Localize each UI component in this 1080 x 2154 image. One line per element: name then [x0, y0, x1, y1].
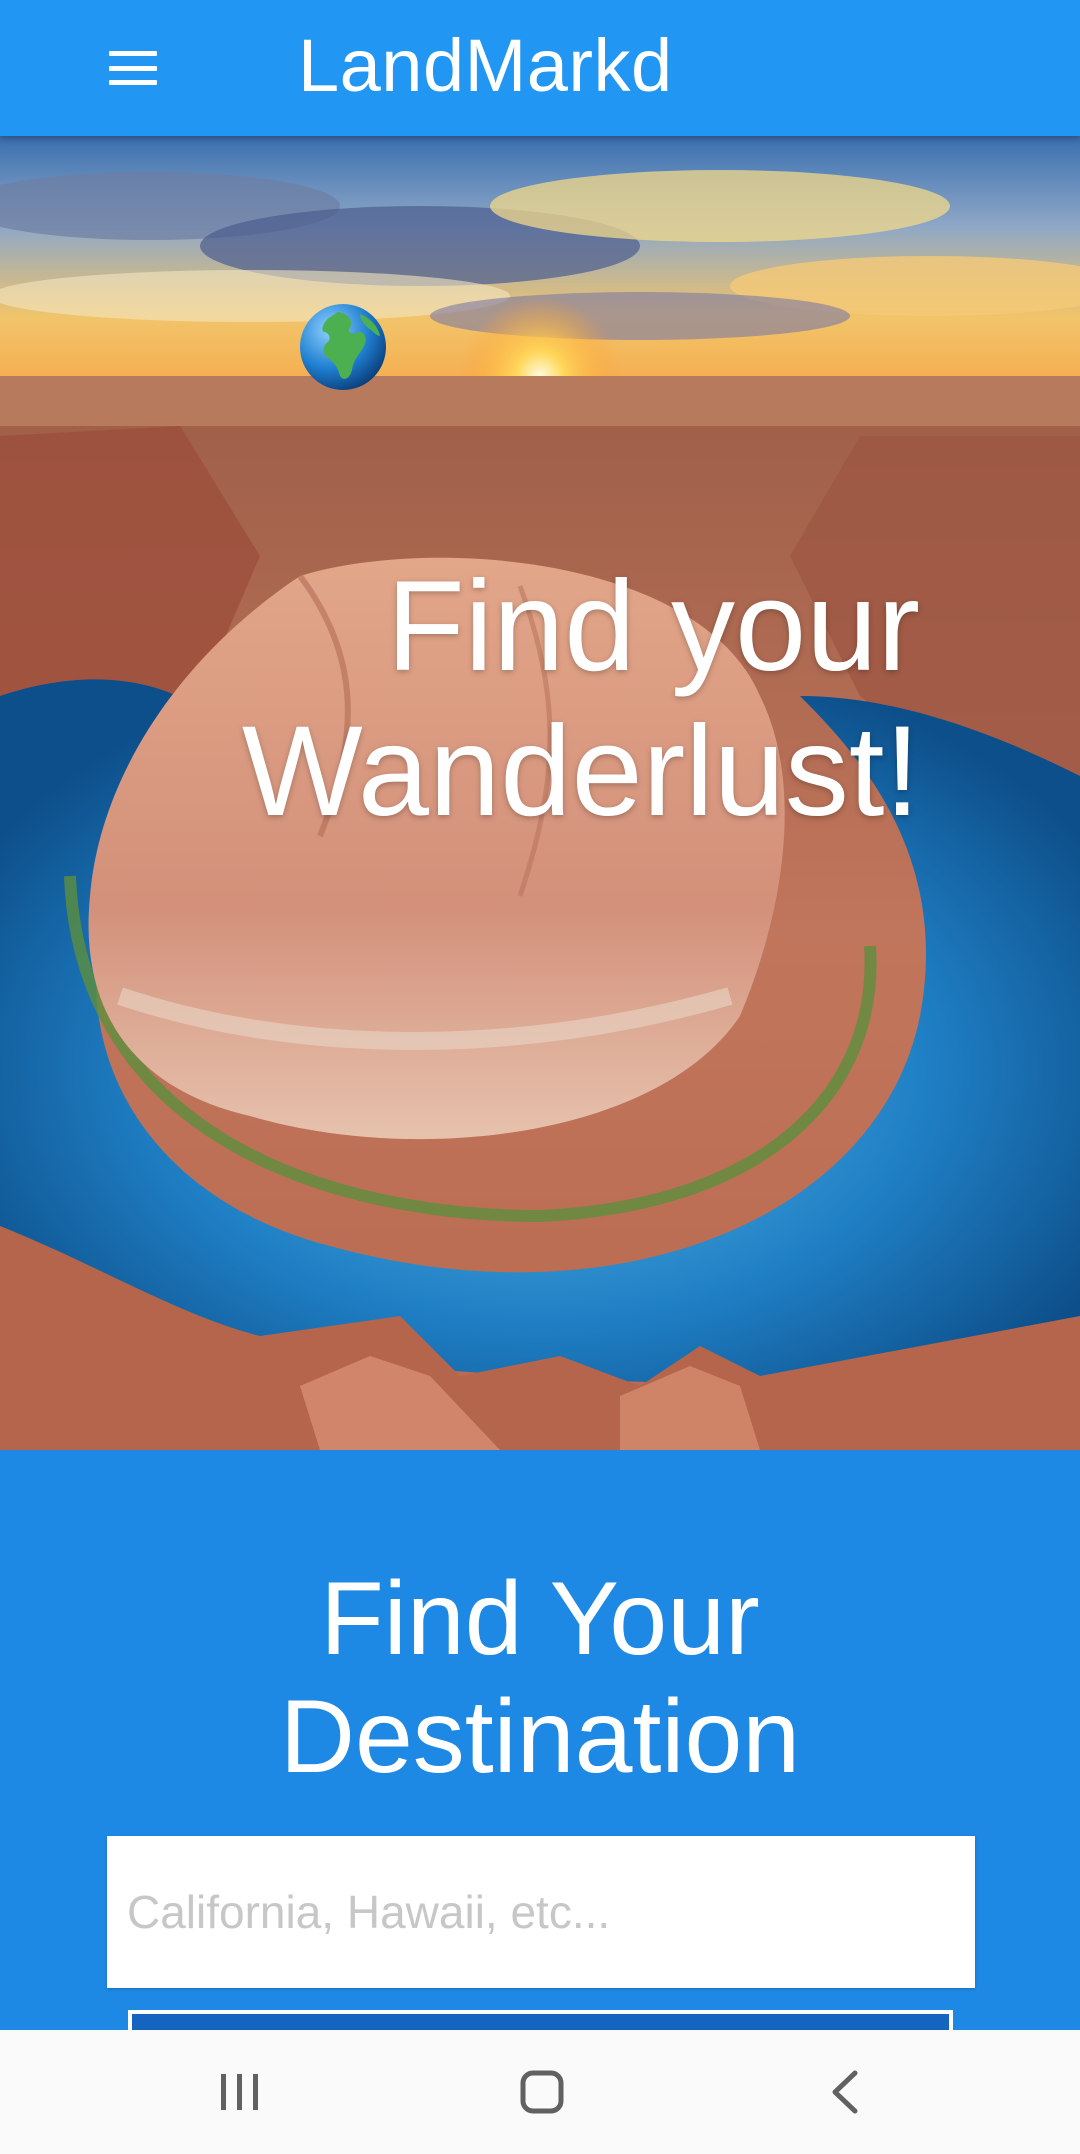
- app-root: LandMarkd Find your Wanderlust! Find You…: [0, 0, 1080, 2154]
- back-button[interactable]: [790, 2052, 900, 2132]
- home-icon: [520, 2070, 564, 2114]
- home-button[interactable]: [487, 2052, 597, 2132]
- recent-apps-icon: [221, 2074, 258, 2110]
- recent-apps-button[interactable]: [185, 2052, 295, 2132]
- top-app-bar: LandMarkd: [0, 0, 1080, 136]
- globe-icon: [300, 304, 386, 390]
- hero-banner: Find your Wanderlust!: [0, 136, 1080, 1450]
- menu-button[interactable]: [88, 32, 178, 104]
- hero-title-text: Find your Wanderlust!: [241, 555, 920, 843]
- hamburger-menu-icon: [109, 51, 157, 85]
- destination-title: Find Your Destination: [279, 1561, 801, 1795]
- back-icon: [832, 2070, 858, 2114]
- hero-title: Find your Wanderlust!: [242, 554, 920, 844]
- system-navigation-bar: [0, 2030, 1080, 2154]
- app-title: LandMarkd: [298, 24, 673, 107]
- destination-search-input[interactable]: [107, 1836, 975, 1988]
- destination-section: Find Your Destination: [0, 1450, 1080, 2050]
